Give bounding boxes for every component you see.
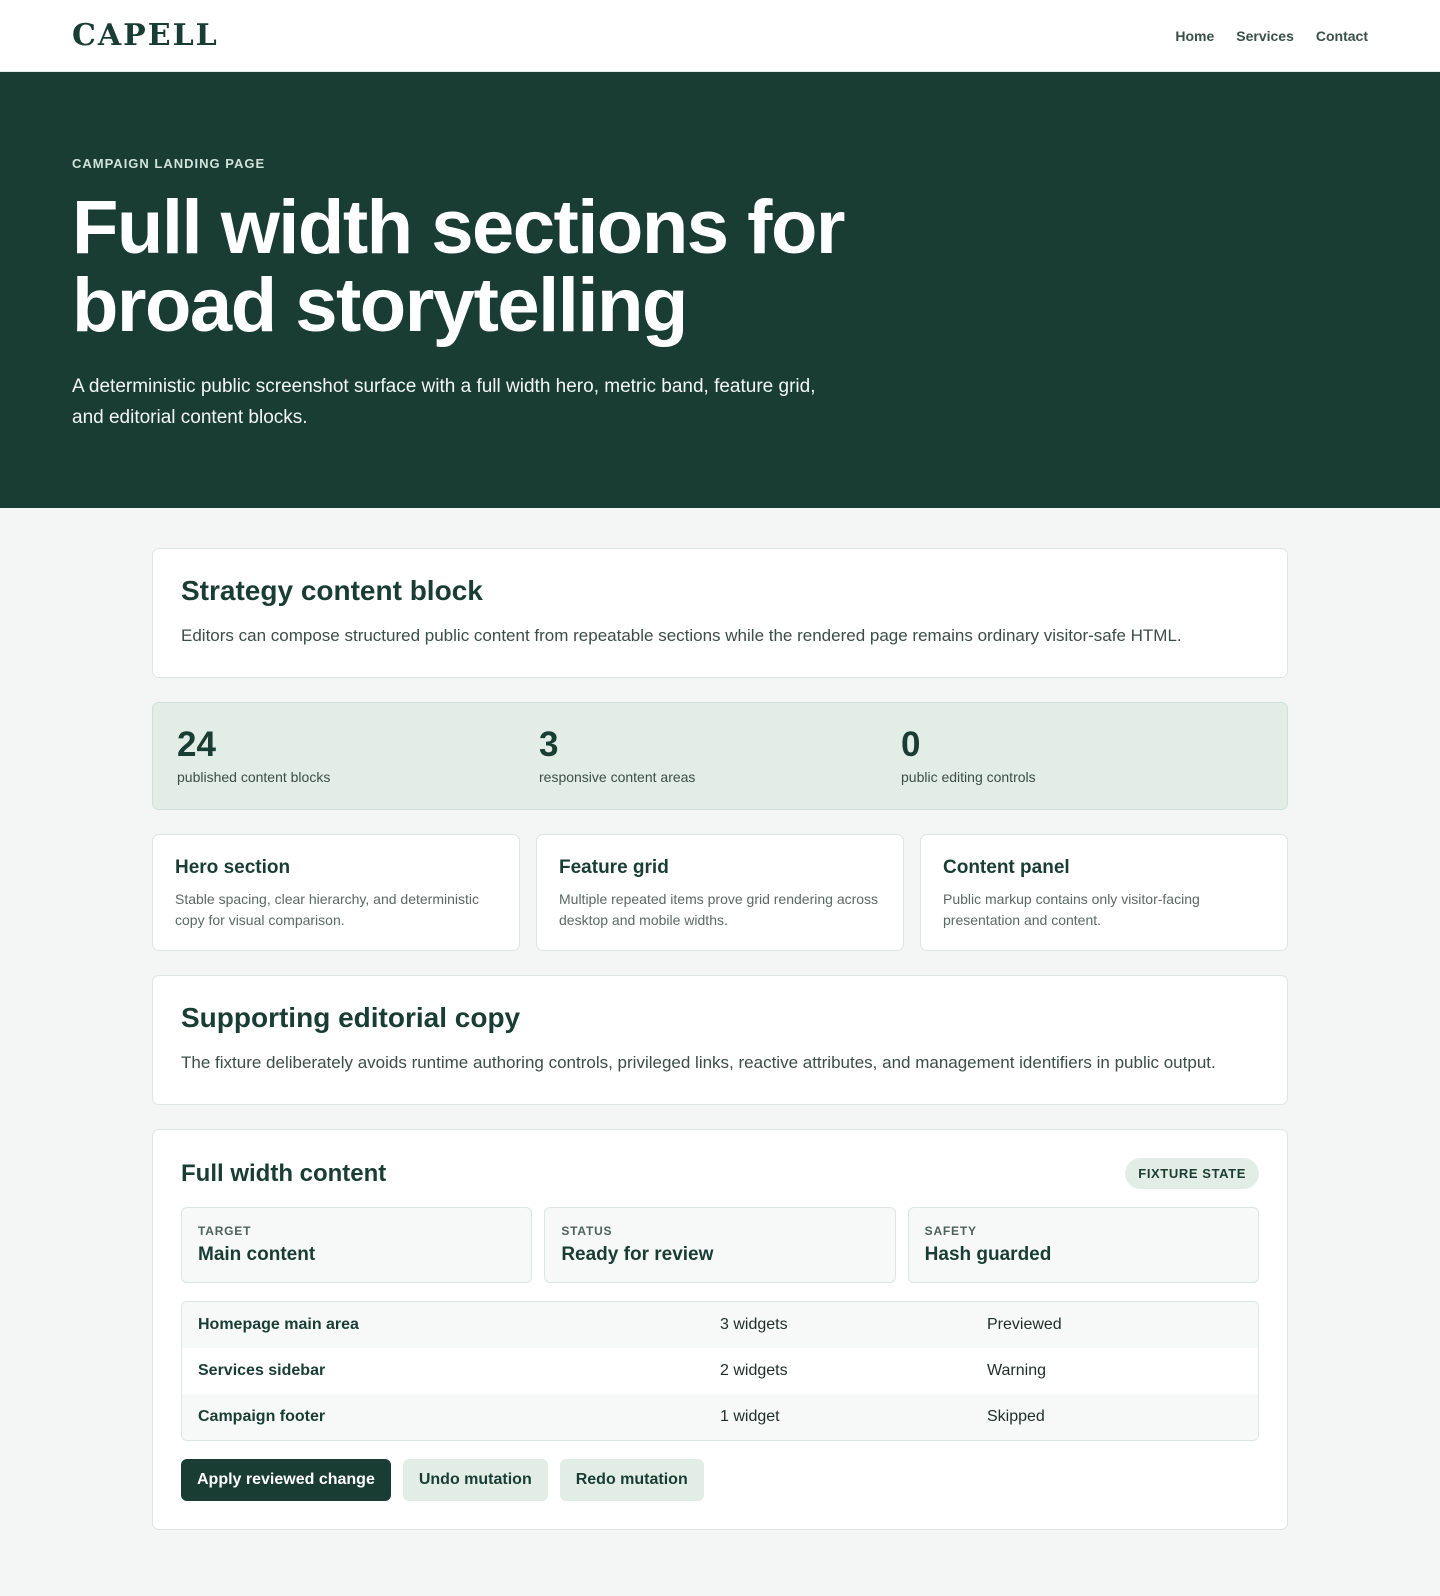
hero-title: Full width sections for broad storytelli…	[72, 185, 845, 348]
stat-safety: SAFETY Hash guarded	[907, 1207, 1259, 1283]
metric-value: 24	[177, 725, 216, 764]
feature-title: Hero section	[175, 857, 291, 878]
main-nav: Home Services Contact	[1175, 28, 1368, 44]
editorial-content-block: Supporting editorial copy The fixture de…	[152, 975, 1288, 1105]
site-logo[interactable]: CAPELL	[72, 18, 219, 53]
widget-count: 2 widgets	[720, 1362, 788, 1379]
stat-label: SAFETY	[924, 1224, 977, 1238]
feature-card-content-panel: Content panel Public markup contains onl…	[920, 834, 1288, 951]
stat-target: TARGET Main content	[181, 1207, 533, 1283]
panel-title: Full width content	[181, 1159, 387, 1187]
feature-grid: Hero section Stable spacing, clear hiera…	[152, 834, 1288, 951]
apply-reviewed-change-button[interactable]: Apply reviewed change	[181, 1459, 391, 1501]
stat-label: STATUS	[561, 1224, 613, 1238]
nav-link-contact[interactable]: Contact	[1316, 28, 1368, 44]
area-name: Services sidebar	[198, 1362, 326, 1379]
feature-title: Feature grid	[559, 857, 669, 878]
strategy-title: Strategy content block	[181, 575, 483, 606]
stat-status: STATUS Ready for review	[544, 1207, 896, 1283]
area-state: Previewed	[987, 1316, 1062, 1333]
hero-description: A deterministic public screenshot surfac…	[72, 376, 816, 428]
redo-mutation-button[interactable]: Redo mutation	[559, 1459, 704, 1501]
table-row: Campaign footer 1 widget Skipped	[182, 1394, 1258, 1440]
panel-stats: TARGET Main content STATUS Ready for rev…	[181, 1207, 1259, 1283]
area-name: Campaign footer	[198, 1408, 326, 1425]
nav-link-home[interactable]: Home	[1175, 28, 1214, 44]
metric-label: published content blocks	[177, 769, 331, 785]
stat-value: Hash guarded	[924, 1244, 1052, 1265]
hero-eyebrow: CAMPAIGN LANDING PAGE	[72, 156, 266, 171]
hero-section: CAMPAIGN LANDING PAGE Full width section…	[0, 72, 1440, 508]
widget-count: 3 widgets	[720, 1316, 788, 1333]
metric-item: 24 published content blocks	[177, 725, 539, 809]
editorial-title: Supporting editorial copy	[181, 1002, 521, 1033]
metric-label: public editing controls	[901, 769, 1036, 785]
stat-label: TARGET	[198, 1224, 252, 1238]
nav-link-services[interactable]: Services	[1236, 28, 1294, 44]
strategy-body: Editors can compose structured public co…	[181, 626, 1182, 645]
site-header: CAPELL Home Services Contact	[0, 0, 1440, 72]
feature-card-feature-grid: Feature grid Multiple repeated items pro…	[536, 834, 904, 951]
area-name: Homepage main area	[198, 1316, 359, 1333]
feature-body: Stable spacing, clear hierarchy, and det…	[175, 891, 480, 928]
main-content: Strategy content block Editors can compo…	[152, 548, 1288, 1594]
area-state: Warning	[987, 1362, 1046, 1379]
metric-band: 24 published content blocks 3 responsive…	[152, 702, 1288, 810]
panel-actions: Apply reviewed change Undo mutation Redo…	[181, 1459, 1259, 1501]
editorial-body: The fixture deliberately avoids runtime …	[181, 1053, 1216, 1072]
metric-value: 0	[901, 725, 921, 764]
metric-item: 3 responsive content areas	[539, 725, 901, 809]
metric-item: 0 public editing controls	[901, 725, 1263, 809]
full-width-content-panel: Full width content FIXTURE STATE TARGET …	[152, 1129, 1288, 1530]
stat-value: Main content	[198, 1244, 316, 1265]
fixture-state-badge: FIXTURE STATE	[1125, 1158, 1259, 1189]
table-row: Services sidebar 2 widgets Warning	[182, 1348, 1258, 1394]
undo-mutation-button[interactable]: Undo mutation	[402, 1459, 548, 1501]
strategy-content-block: Strategy content block Editors can compo…	[152, 548, 1288, 678]
feature-card-hero-section: Hero section Stable spacing, clear hiera…	[152, 834, 520, 951]
table-row: Homepage main area 3 widgets Previewed	[182, 1302, 1258, 1348]
feature-title: Content panel	[943, 857, 1070, 878]
metric-label: responsive content areas	[539, 769, 696, 785]
feature-body: Multiple repeated items prove grid rende…	[559, 891, 879, 928]
area-state: Skipped	[987, 1408, 1045, 1425]
feature-body: Public markup contains only visitor-faci…	[943, 891, 1200, 928]
stat-value: Ready for review	[561, 1244, 714, 1265]
metric-value: 3	[539, 725, 559, 764]
panel-header: Full width content FIXTURE STATE	[181, 1158, 1259, 1189]
widget-count: 1 widget	[720, 1408, 780, 1425]
widget-area-table: Homepage main area 3 widgets Previewed S…	[181, 1301, 1259, 1441]
